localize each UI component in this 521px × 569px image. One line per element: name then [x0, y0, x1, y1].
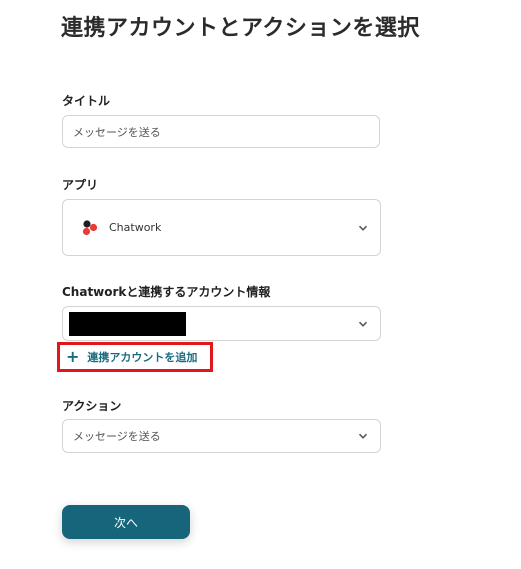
page-title: 連携アカウントとアクションを選択	[61, 16, 420, 41]
chevron-down-icon	[358, 321, 368, 327]
chevron-down-icon	[358, 225, 368, 231]
app-select[interactable]: Chatwork	[62, 199, 381, 256]
plus-icon: +	[66, 347, 80, 366]
next-button[interactable]: 次へ	[62, 505, 190, 539]
chatwork-logo-icon	[82, 219, 98, 235]
title-field-label: タイトル	[62, 94, 111, 108]
account-select[interactable]	[62, 306, 381, 341]
app-field-label: アプリ	[62, 178, 99, 192]
chevron-down-icon	[358, 433, 368, 439]
redacted-account-value	[69, 311, 186, 336]
account-field-label: Chatworkと連携するアカウント情報	[62, 285, 271, 299]
app-select-value: Chatwork	[109, 221, 162, 234]
add-account-link[interactable]: + 連携アカウントを追加	[57, 342, 213, 372]
add-account-label: 連携アカウントを追加	[87, 351, 198, 364]
action-select[interactable]: メッセージを送る	[62, 419, 381, 453]
action-field-label: アクション	[62, 399, 122, 413]
title-input[interactable]	[62, 115, 380, 148]
action-select-value: メッセージを送る	[73, 430, 161, 443]
